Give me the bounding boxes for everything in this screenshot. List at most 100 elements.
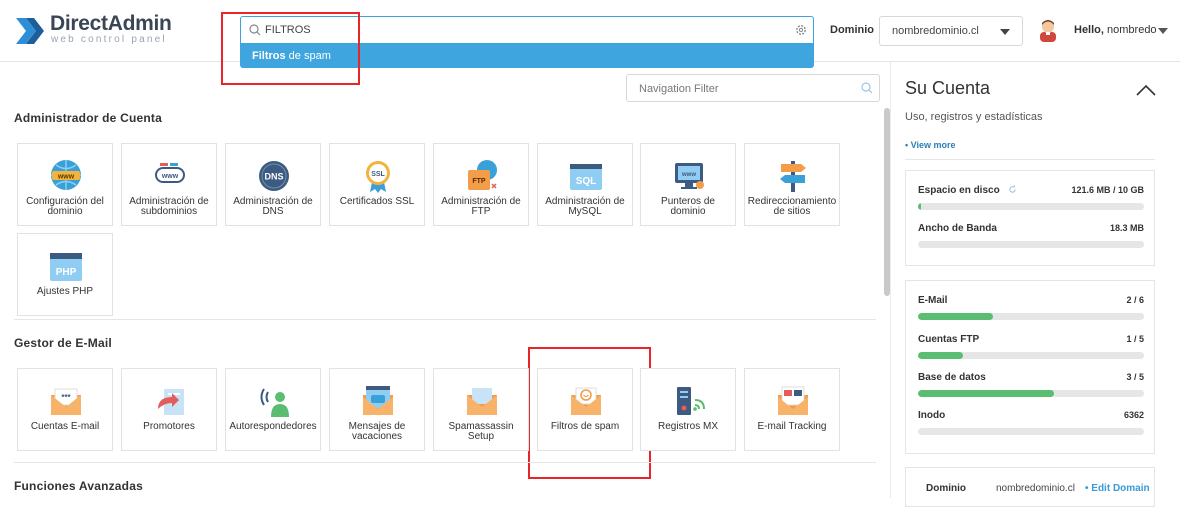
progress-fill <box>918 352 964 359</box>
tile-autoresponders[interactable]: Autorespondedores <box>225 368 321 451</box>
progress-bar <box>918 352 1144 359</box>
section-divider <box>14 319 876 320</box>
stat-ftp-accounts: Cuentas FTP 1 / 5 <box>918 334 1144 364</box>
tile-subdomains[interactable]: www Administración de subdominios <box>121 143 217 226</box>
progress-fill <box>918 313 994 320</box>
tile-mx-records[interactable]: Registros MX <box>640 368 736 451</box>
tile-label: Spamassassin Setup <box>448 421 514 442</box>
tile-label: Mensajes de vacaciones <box>348 421 406 442</box>
section-divider <box>14 462 876 463</box>
stat-name: Cuentas FTP <box>918 334 980 345</box>
greeting-prefix: Hello, <box>1074 24 1108 36</box>
section-title-advanced-features: Funciones Avanzadas <box>14 479 143 493</box>
gear-icon[interactable] <box>795 24 807 36</box>
chevron-up-icon[interactable] <box>1136 84 1156 96</box>
highlight-search <box>221 12 360 85</box>
stat-value: 1 / 5 <box>1126 334 1144 344</box>
tile-email-accounts[interactable]: *** Cuentas E-mail <box>17 368 113 451</box>
forward-arrow-icon <box>158 389 184 415</box>
tile-label: Filtros de spam <box>550 421 620 432</box>
progress-fill <box>918 203 921 210</box>
stat-name: Base de datos <box>918 372 986 383</box>
chevron-down-icon <box>1000 29 1010 35</box>
sidebar-title: Su Cuenta <box>905 78 991 98</box>
edit-domain-link[interactable]: • Edit Domain <box>1085 483 1150 494</box>
tile-ssl[interactable]: SSL Certificados SSL <box>329 143 425 226</box>
view-more-link[interactable]: • View more <box>905 140 956 150</box>
svg-text:www: www <box>681 172 696 178</box>
tile-label: Administración de FTP <box>441 196 521 217</box>
svg-text:SSL: SSL <box>371 171 385 178</box>
tile-php-settings[interactable]: PHP Ajustes PHP <box>17 233 113 316</box>
directadmin-logo-icon <box>16 18 44 44</box>
avatar[interactable] <box>1038 18 1058 42</box>
domain-info-card: Dominio nombredominio.cl • Edit Domain <box>905 467 1155 507</box>
tile-dns[interactable]: DNS Administración de DNS <box>225 143 321 226</box>
tile-ftp[interactable]: FTP Administración de FTP <box>433 143 529 226</box>
progress-bar <box>918 203 1144 210</box>
tile-label: Administración de subdominios <box>129 196 209 217</box>
progress-bar <box>918 390 1144 397</box>
tile-label: Punteros de dominio <box>661 196 715 217</box>
navigation-filter-input[interactable] <box>639 80 849 98</box>
stat-value: 3 / 5 <box>1126 372 1144 382</box>
domain-info-value: nombredominio.cl <box>996 483 1075 494</box>
svg-text:www: www <box>57 174 75 181</box>
email-tracking-icon <box>778 386 808 415</box>
tile-spamassassin-setup[interactable]: Spamassassin Setup <box>433 368 529 451</box>
user-menu-chevron-icon[interactable] <box>1158 28 1168 34</box>
tile-forwarders[interactable]: Promotores <box>121 368 217 451</box>
usage-card: Espacio en disco 121.6 MB / 10 GB Ancho … <box>905 170 1155 266</box>
directadmin-logo[interactable]: DirectAdmin web control panel <box>14 12 174 50</box>
stat-name: E-Mail <box>918 295 948 306</box>
subdomain-www-icon: www <box>155 163 185 183</box>
tile-label: Administración de MySQL <box>545 196 625 217</box>
tile-domain-setup[interactable]: www Configuración del dominio <box>17 143 113 226</box>
tile-mysql[interactable]: SQL Administración de MySQL <box>537 143 633 226</box>
tile-label: Redireccionamiento de sitios <box>747 196 837 217</box>
sidebar-divider <box>890 62 891 498</box>
svg-text:***: *** <box>61 393 71 402</box>
tile-label: Ajustes PHP <box>36 286 94 297</box>
username: nombredo <box>1107 24 1157 36</box>
stat-databases: Base de datos 3 / 5 <box>918 372 1144 402</box>
user-greeting[interactable]: Hello, nombredo <box>1074 24 1157 36</box>
stat-disk-space: Espacio en disco 121.6 MB / 10 GB <box>918 185 1144 215</box>
signpost-icon <box>780 161 806 192</box>
domain-select-value: nombredominio.cl <box>892 25 979 37</box>
stat-name: Inodo <box>918 410 946 421</box>
ftp-folder-icon: FTP <box>468 160 497 190</box>
globe-www-icon: www <box>51 160 81 190</box>
logo-subtitle: web control panel <box>51 34 167 45</box>
php-window-icon: PHP <box>50 253 82 281</box>
stat-name: Ancho de Banda <box>918 223 997 234</box>
monitor-pointer-icon: www <box>675 163 704 189</box>
envelope-icon: *** <box>51 388 81 415</box>
svg-text:FTP: FTP <box>472 178 486 185</box>
tile-label: Configuración del dominio <box>26 196 104 217</box>
spamassassin-envelope-icon <box>467 388 497 415</box>
tile-vacation-messages[interactable]: Mensajes de vacaciones <box>329 368 425 451</box>
autoresponder-person-icon <box>260 388 289 417</box>
sidebar-divider <box>905 159 1155 160</box>
progress-bar <box>918 313 1144 320</box>
refresh-icon[interactable] <box>1008 185 1017 194</box>
dns-globe-icon: DNS <box>259 161 289 191</box>
svg-text:PHP: PHP <box>56 267 77 278</box>
logo-title: DirectAdmin <box>50 12 172 35</box>
domain-info-label: Dominio <box>926 483 966 494</box>
progress-bar <box>918 241 1144 248</box>
stat-name: Espacio en disco <box>918 185 1017 196</box>
tile-site-redirection[interactable]: Redireccionamiento de sitios <box>744 143 840 226</box>
tile-email-tracking[interactable]: E-mail Tracking <box>744 368 840 451</box>
tile-label: Administración de DNS <box>233 196 313 217</box>
progress-bar <box>918 428 1144 435</box>
vacation-message-icon <box>363 386 393 415</box>
tile-domain-pointers[interactable]: www Punteros de dominio <box>640 143 736 226</box>
svg-text:www: www <box>161 173 179 180</box>
tile-label: E-mail Tracking <box>757 421 827 432</box>
domain-select[interactable]: nombredominio.cl <box>879 16 1023 46</box>
stat-email: E-Mail 2 / 6 <box>918 295 1144 325</box>
progress-fill <box>918 390 1054 397</box>
tile-spam-filters[interactable]: Filtros de spam <box>537 368 633 451</box>
